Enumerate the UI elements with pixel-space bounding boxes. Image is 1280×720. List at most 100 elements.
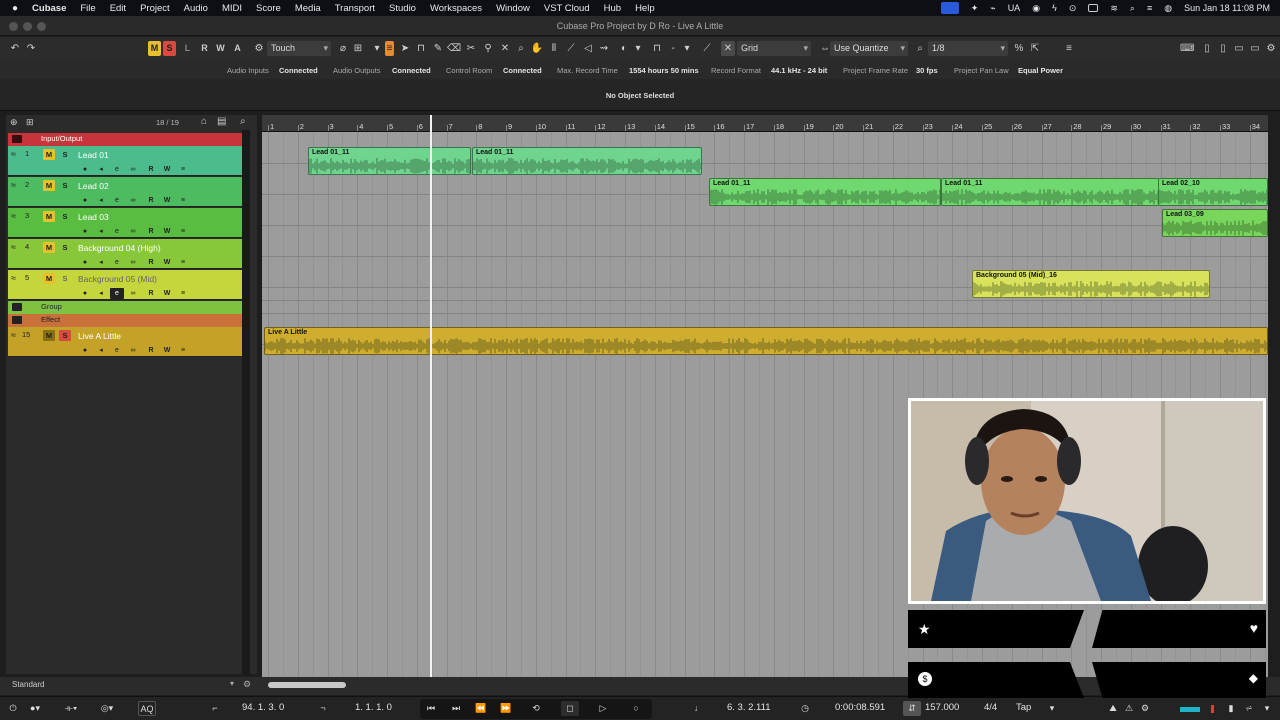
record-icon[interactable]: ◉ <box>1032 3 1040 14</box>
window-zone-icon[interactable]: ▭ <box>1248 41 1262 56</box>
monitor-icon[interactable]: ● <box>78 164 92 175</box>
transport-settings-icon[interactable]: ⚙ <box>1136 701 1154 716</box>
folder-effect[interactable]: Effect <box>8 314 248 327</box>
tempo-track-icon[interactable]: ⇵ <box>903 701 921 716</box>
tempo-display[interactable]: 157.000 <box>925 702 959 713</box>
right-locator-icon[interactable]: ¬ <box>314 701 332 716</box>
apple-icon[interactable]: ● <box>12 3 18 14</box>
menu-transport[interactable]: Transport <box>335 3 375 14</box>
comp-tool-icon[interactable]: ⦀ <box>547 41 561 56</box>
wifi-icon[interactable]: ≋ <box>1110 3 1118 14</box>
position-bars-display[interactable]: 6. 3. 2.111 <box>727 702 771 713</box>
marker-filter-icon[interactable]: ⩫ <box>1240 701 1258 716</box>
activate-icon[interactable]: ⏻ <box>4 701 22 716</box>
zoom-tool-icon[interactable]: ⌕ <box>514 41 528 56</box>
audio-inputs-value[interactable]: Connected <box>279 66 318 75</box>
track-name[interactable]: Lead 02 <box>78 181 109 191</box>
read-button[interactable]: R <box>144 345 158 356</box>
signature-display[interactable]: 4/4 <box>984 702 997 713</box>
edit-mode-dropdown-icon[interactable]: ▾ <box>370 41 384 56</box>
project-cursor[interactable] <box>430 115 432 678</box>
track-row[interactable]: ≈ 5 M S Background 05 (Mid) ● ◂ e ∞ R W … <box>8 270 248 300</box>
menu-file[interactable]: File <box>80 3 95 14</box>
autoscroll-icon[interactable]: ◐ <box>617 41 631 56</box>
range-tool-icon[interactable]: ⊓ <box>414 41 428 56</box>
left-locator-icon[interactable]: ⌐ <box>206 701 224 716</box>
add-track-icon[interactable]: ⊕ <box>10 117 18 128</box>
menu-score[interactable]: Score <box>256 3 281 14</box>
link-icon[interactable]: ∞ <box>126 345 140 356</box>
right-zone-icon[interactable]: ▯ <box>1216 41 1230 56</box>
read-automation-button[interactable]: R <box>198 41 211 56</box>
close-window-icon[interactable] <box>9 22 18 31</box>
timeline-ruler[interactable]: 1 2 3 4 5 6 7 8 9 10 11 12 13 14 15 16 17 18 19 20 21 22 23 24 2… <box>262 115 1268 132</box>
listen-button[interactable]: L <box>181 41 194 56</box>
track-name[interactable]: Background 04 (High) <box>78 243 161 253</box>
left-locator[interactable]: 94. 1. 3. 0 <box>242 702 284 713</box>
solo-button[interactable]: S <box>59 273 71 284</box>
audio-event[interactable]: Lead 01_11 <box>709 178 941 206</box>
snap-toggle-icon[interactable]: ✕ <box>721 41 735 56</box>
track-name[interactable]: Live A Little <box>78 331 121 341</box>
audio-event[interactable]: Lead 01_11 <box>941 178 1159 206</box>
folder-group[interactable]: Group <box>8 301 248 314</box>
quantize-value-dropdown[interactable]: 1/8 <box>928 41 1008 56</box>
mute-button[interactable]: M <box>43 242 55 253</box>
split-tool-icon[interactable]: ✂ <box>464 41 478 56</box>
max-record-value[interactable]: 1554 hours 50 mins <box>629 66 699 75</box>
speaker-icon[interactable]: ◂ <box>94 257 108 268</box>
battery-icon[interactable] <box>1088 4 1099 12</box>
hand-tool-icon[interactable]: ✋ <box>530 41 544 56</box>
forward-icon[interactable]: ⏩ <box>497 701 515 716</box>
mute-button[interactable]: M <box>43 330 55 341</box>
control-room-value[interactable]: Connected <box>503 66 542 75</box>
go-to-start-icon[interactable]: ⏮ <box>422 701 440 716</box>
keyboard-layout[interactable]: UA <box>1008 3 1021 13</box>
menu-project[interactable]: Project <box>140 3 170 14</box>
mute-button[interactable]: M <box>43 149 55 160</box>
go-to-end-icon[interactable]: ⏭ <box>447 701 465 716</box>
mute-button[interactable]: M <box>43 180 55 191</box>
color-tool-icon[interactable]: ⇝ <box>597 41 611 56</box>
audio-event[interactable]: Lead 02_10 <box>1158 178 1268 206</box>
menu-app[interactable]: Cubase <box>32 3 66 14</box>
track-name[interactable]: Background 05 (Mid) <box>78 274 157 284</box>
audio-event[interactable]: Lead 03_09 <box>1162 209 1268 237</box>
nudge-dropdown-icon[interactable]: ▾ <box>680 41 694 56</box>
link-icon[interactable]: ∞ <box>126 257 140 268</box>
tap-dropdown-icon[interactable]: ▾ <box>1043 701 1061 716</box>
track-row[interactable]: ≈ 4 M S Background 04 (High) ● ◂ e ∞ R W… <box>8 239 248 269</box>
metronome-icon[interactable]: ◎▾ <box>98 701 116 716</box>
write-button[interactable]: W <box>160 288 174 299</box>
menu-hub[interactable]: Hub <box>604 3 621 14</box>
marker-icon[interactable]: ⟛▾ <box>62 701 80 716</box>
snap-zero-crossing-icon[interactable]: ⟋ <box>700 41 714 56</box>
footer-settings-icon[interactable]: ⚙ <box>243 679 251 690</box>
write-button[interactable]: W <box>160 345 174 356</box>
zoom-window-icon[interactable] <box>37 22 46 31</box>
mute-button[interactable]: M <box>43 211 55 222</box>
autoscroll-dropdown-icon[interactable]: ▾ <box>631 41 645 56</box>
nudge-icon[interactable]: ⊓ <box>650 41 664 56</box>
transport-menu-icon[interactable]: ▾ <box>1258 701 1276 716</box>
edit-button[interactable]: e <box>110 226 124 237</box>
read-button[interactable]: R <box>144 164 158 175</box>
inserts-icon[interactable]: ≡ <box>176 195 190 206</box>
pencil-tool-icon[interactable]: ✎ <box>431 41 445 56</box>
right-locator[interactable]: 1. 1. 1. 0 <box>355 702 392 713</box>
write-button[interactable]: W <box>160 226 174 237</box>
mute-tool-icon[interactable]: ✕ <box>498 41 512 56</box>
track-row[interactable]: ≈ 15 M S Live A Little ● ◂ e ∞ R W ≡ <box>8 327 248 357</box>
write-button[interactable]: W <box>160 195 174 206</box>
edit-link-icon[interactable]: ⌀ <box>336 41 350 56</box>
link-icon[interactable]: ∞ <box>126 226 140 237</box>
play-circle-icon[interactable]: ⊙ <box>1069 3 1077 14</box>
snap-type-dropdown[interactable]: Grid <box>737 41 811 56</box>
inserts-icon[interactable]: ≡ <box>176 164 190 175</box>
record-format-value[interactable]: 44.1 kHz - 24 bit <box>771 66 827 75</box>
mute-all-button[interactable]: M <box>148 41 161 56</box>
track-row[interactable]: ≈ 3 M S Lead 03 ● ◂ e ∞ R W ≡ <box>8 208 248 238</box>
menu-edit[interactable]: Edit <box>110 3 126 14</box>
lower-zone-icon[interactable]: ▭ <box>1232 41 1246 56</box>
menu-window[interactable]: Window <box>496 3 530 14</box>
